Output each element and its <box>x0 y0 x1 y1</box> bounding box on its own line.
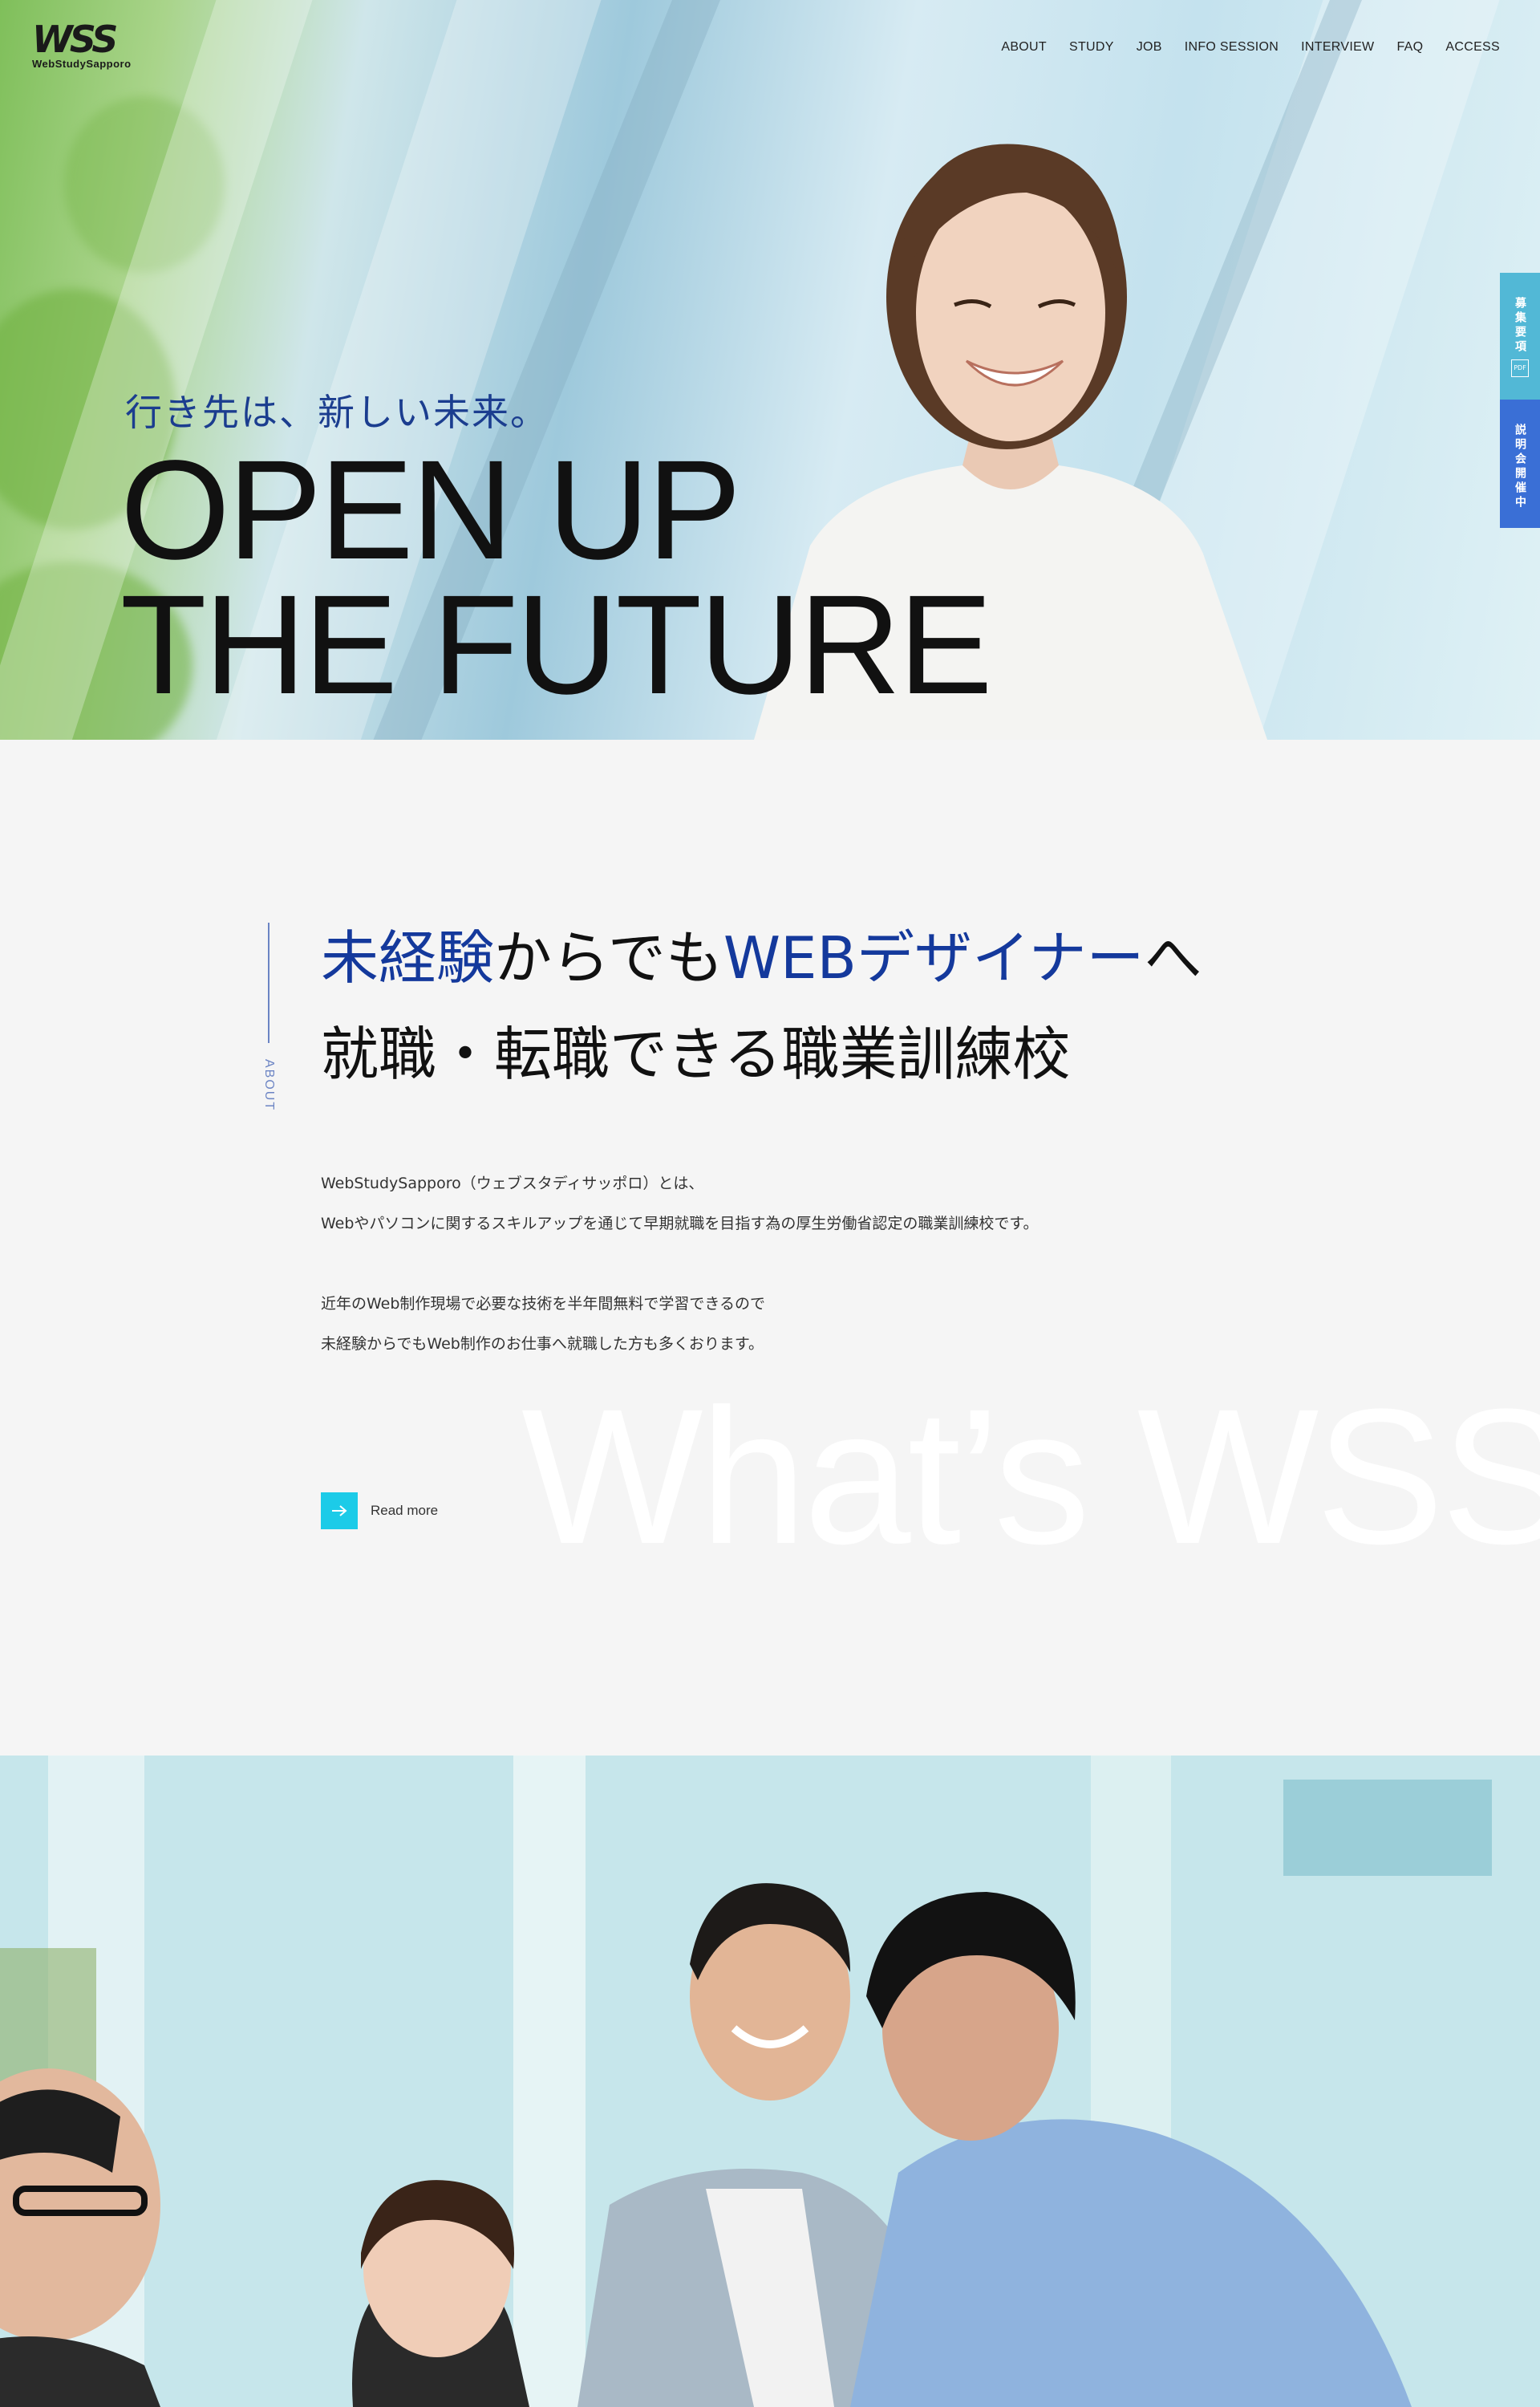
arrow-right-icon <box>321 1492 358 1529</box>
logo-mark: WSS <box>32 18 118 61</box>
whats-wss-watermark: What’s WSS? <box>521 1369 1540 1584</box>
side-tabs: 募集要項 PDF 説明会開催中 <box>1500 273 1540 528</box>
pdf-icon: PDF <box>1511 359 1529 377</box>
session-tab[interactable]: 説明会開催中 <box>1500 400 1540 528</box>
nav-interview[interactable]: INTERVIEW <box>1301 40 1374 55</box>
about-section: What’s WSS? ABOUT 未経験からでもWEBデザイナーへ 就職・転職… <box>0 740 1540 1756</box>
body-line: WebStudySapporo（ウェブスタディサッポロ）とは、 <box>321 1175 704 1192</box>
nav-job[interactable]: JOB <box>1137 40 1162 55</box>
headline-line2: 就職・転職できる職業訓練校 <box>321 1021 1071 1088</box>
headline-part: WEBデザイナー <box>723 924 1145 992</box>
session-tab-label: 説明会開催中 <box>1514 424 1526 510</box>
about-divider <box>268 923 270 1043</box>
body-line: 未経験からでもWeb制作のお仕事へ就職した方も多くおります。 <box>321 1335 764 1353</box>
recruit-tab-label: 募集要項 <box>1514 297 1526 355</box>
nav-study[interactable]: STUDY <box>1069 40 1114 55</box>
nav-info-session[interactable]: INFO SESSION <box>1185 40 1279 55</box>
about-headline: 未経験からでもWEBデザイナーへ 就職・転職できる職業訓練校 <box>321 910 1202 1102</box>
hero-title-line2: THE FUTURE <box>120 566 993 724</box>
nav-about[interactable]: ABOUT <box>1001 40 1047 55</box>
read-more-label: Read more <box>371 1503 439 1518</box>
body-line: Webやパソコンに関するスキルアップを通じて早期就職を目指す為の厚生労働省認定の… <box>321 1215 1039 1232</box>
nav-access[interactable]: ACCESS <box>1445 40 1500 55</box>
team-photo-section <box>0 1756 1540 2407</box>
site-logo[interactable]: WSS WebStudySapporo <box>32 21 152 77</box>
headline-part: 未経験 <box>321 924 495 992</box>
about-label: ABOUT <box>262 1059 276 1112</box>
global-nav: ABOUT STUDY JOB INFO SESSION INTERVIEW F… <box>1001 40 1500 55</box>
headline-part: へ <box>1144 924 1202 992</box>
about-body: WebStudySapporo（ウェブスタディサッポロ）とは、 Webやパソコン… <box>321 1163 1039 1364</box>
body-line: 近年のWeb制作現場で必要な技術を半年間無料で学習できるので <box>321 1295 766 1313</box>
read-more-link[interactable]: Read more <box>321 1492 438 1529</box>
recruit-tab[interactable]: 募集要項 PDF <box>1500 273 1540 400</box>
hero-subtitle: 行き先は、新しい未来。 <box>125 391 549 434</box>
logo-name: WebStudySapporo <box>32 58 132 70</box>
team-photo <box>0 1756 1540 2407</box>
hero-title-line1: OPEN UP <box>120 432 741 589</box>
headline-part: からでも <box>494 924 723 992</box>
hero-section: WSS WebStudySapporo ABOUT STUDY JOB INFO… <box>0 0 1540 740</box>
nav-faq[interactable]: FAQ <box>1396 40 1423 55</box>
hero-title: OPEN UP THE FUTURE <box>120 432 993 724</box>
